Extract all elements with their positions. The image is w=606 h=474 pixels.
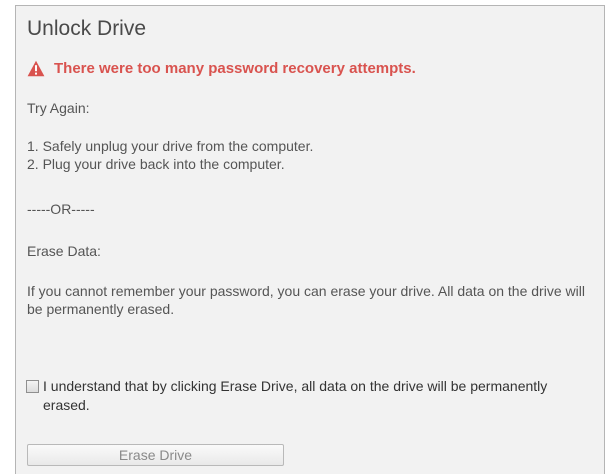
erase-drive-button[interactable]: Erase Drive bbox=[27, 444, 284, 466]
confirm-erase-label[interactable]: I understand that by clicking Erase Driv… bbox=[43, 377, 586, 415]
step-1-text: 1. Safely unplug your drive from the com… bbox=[27, 138, 314, 154]
or-separator: -----OR----- bbox=[27, 201, 95, 217]
panel-title: Unlock Drive bbox=[27, 17, 147, 40]
confirm-erase-row: I understand that by clicking Erase Driv… bbox=[26, 377, 586, 415]
confirm-erase-checkbox[interactable] bbox=[26, 380, 39, 393]
error-message: There were too many password recovery at… bbox=[54, 59, 416, 77]
step-2-text: 2. Plug your drive back into the compute… bbox=[27, 156, 285, 172]
error-message-row: There were too many password recovery at… bbox=[27, 58, 416, 78]
try-again-heading: Try Again: bbox=[27, 100, 90, 116]
erase-data-heading: Erase Data: bbox=[27, 243, 101, 259]
warning-icon bbox=[27, 60, 45, 76]
unlock-drive-panel: Unlock Drive There were too many passwor… bbox=[15, 5, 605, 474]
erase-description: If you cannot remember your password, yo… bbox=[27, 283, 585, 317]
